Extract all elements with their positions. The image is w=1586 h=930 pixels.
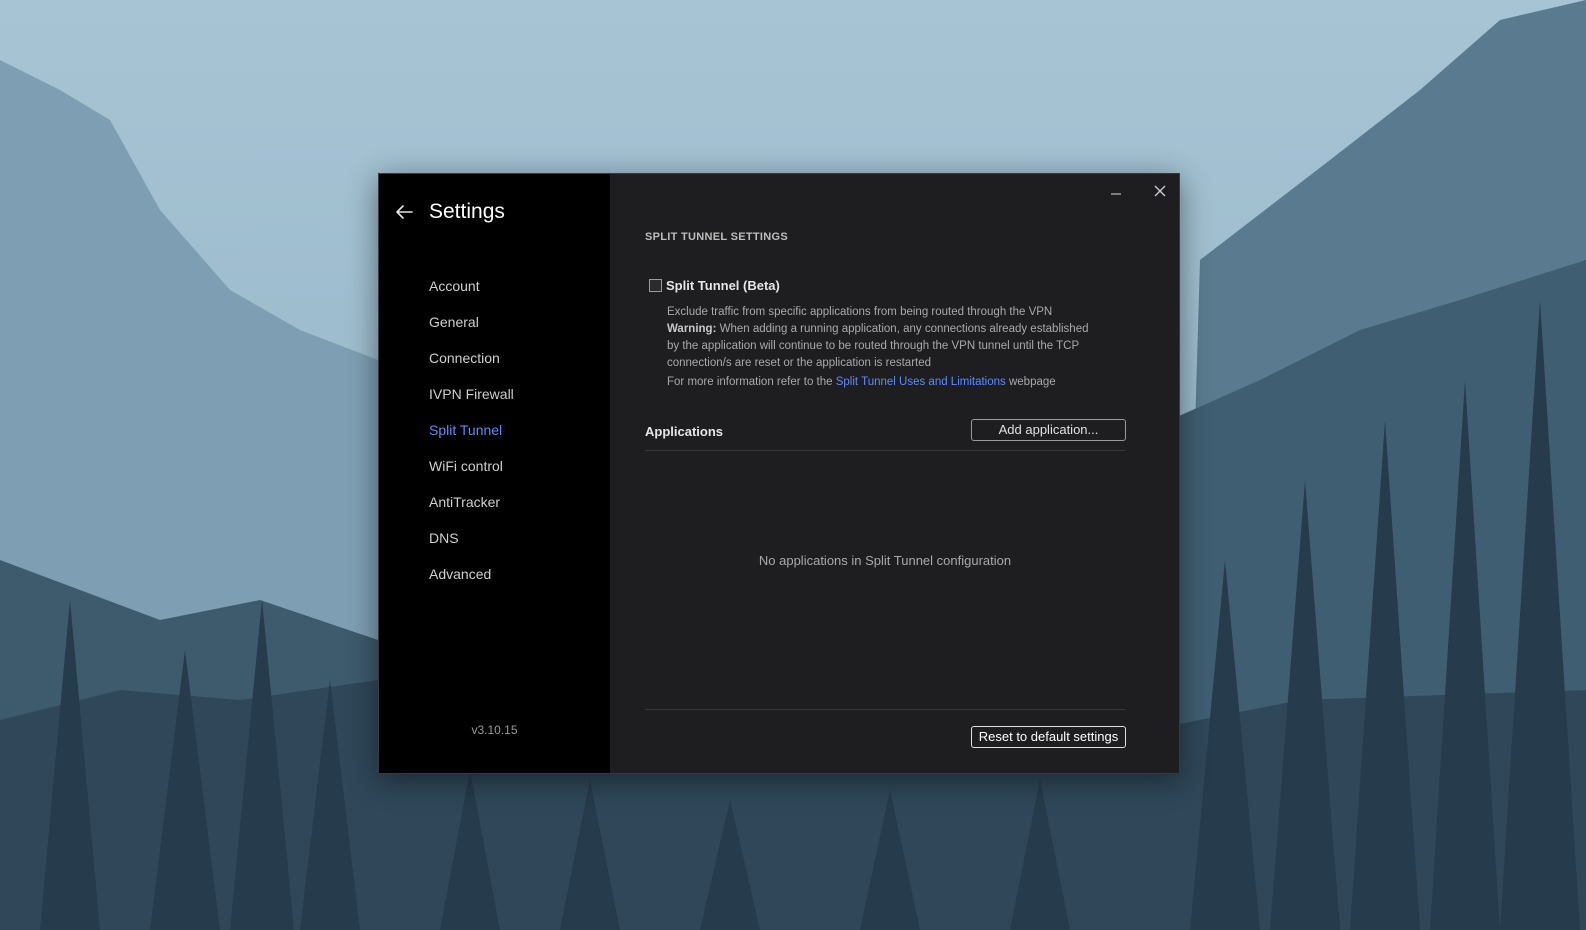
add-application-button[interactable]: Add application... xyxy=(971,419,1126,441)
applications-heading: Applications xyxy=(645,424,724,439)
description-line: Exclude traffic from specific applicatio… xyxy=(667,306,1053,318)
sidebar-item-connection[interactable]: Connection xyxy=(429,350,514,386)
warning-label: Warning: xyxy=(667,323,717,335)
close-icon xyxy=(1154,185,1166,197)
split-tunnel-uses-link[interactable]: Split Tunnel Uses and Limitations xyxy=(836,376,1006,388)
settings-nav: Account General Connection IVPN Firewall… xyxy=(429,278,514,602)
settings-window: Settings Account General Connection IVPN… xyxy=(378,173,1180,774)
page-title: Settings xyxy=(429,200,505,223)
empty-applications-message: No applications in Split Tunnel configur… xyxy=(758,553,1012,568)
more-info-prefix: For more information refer to the xyxy=(667,376,836,388)
more-info-paragraph: For more information refer to the Split … xyxy=(667,374,1097,391)
reset-to-default-button[interactable]: Reset to default settings xyxy=(971,726,1126,748)
arrow-left-icon xyxy=(396,205,413,219)
sidebar-item-ivpn-firewall[interactable]: IVPN Firewall xyxy=(429,386,514,422)
split-tunnel-checkbox[interactable] xyxy=(649,279,662,292)
sidebar-item-general[interactable]: General xyxy=(429,314,514,350)
sidebar-item-antitracker[interactable]: AntiTracker xyxy=(429,494,514,530)
sidebar-item-wifi-control[interactable]: WiFi control xyxy=(429,458,514,494)
more-info-suffix: webpage xyxy=(1005,376,1056,388)
warning-text: When adding a running application, any c… xyxy=(667,323,1089,369)
split-tunnel-panel: SPLIT TUNNEL SETTINGS Split Tunnel (Beta… xyxy=(645,174,1126,773)
app-version: v3.10.15 xyxy=(471,723,518,737)
sidebar-item-account[interactable]: Account xyxy=(429,278,514,314)
sidebar-item-split-tunnel[interactable]: Split Tunnel xyxy=(429,422,514,458)
section-title: SPLIT TUNNEL SETTINGS xyxy=(645,231,788,243)
split-tunnel-description: Exclude traffic from specific applicatio… xyxy=(667,304,1097,391)
back-button[interactable] xyxy=(393,201,415,223)
split-tunnel-checkbox-label[interactable]: Split Tunnel (Beta) xyxy=(666,278,780,293)
sidebar: Settings Account General Connection IVPN… xyxy=(379,174,610,773)
sidebar-item-dns[interactable]: DNS xyxy=(429,530,514,566)
divider xyxy=(645,709,1125,710)
warning-paragraph: Warning: When adding a running applicati… xyxy=(667,321,1097,372)
close-button[interactable] xyxy=(1149,180,1171,202)
sidebar-item-advanced[interactable]: Advanced xyxy=(429,566,514,602)
divider xyxy=(645,450,1125,451)
